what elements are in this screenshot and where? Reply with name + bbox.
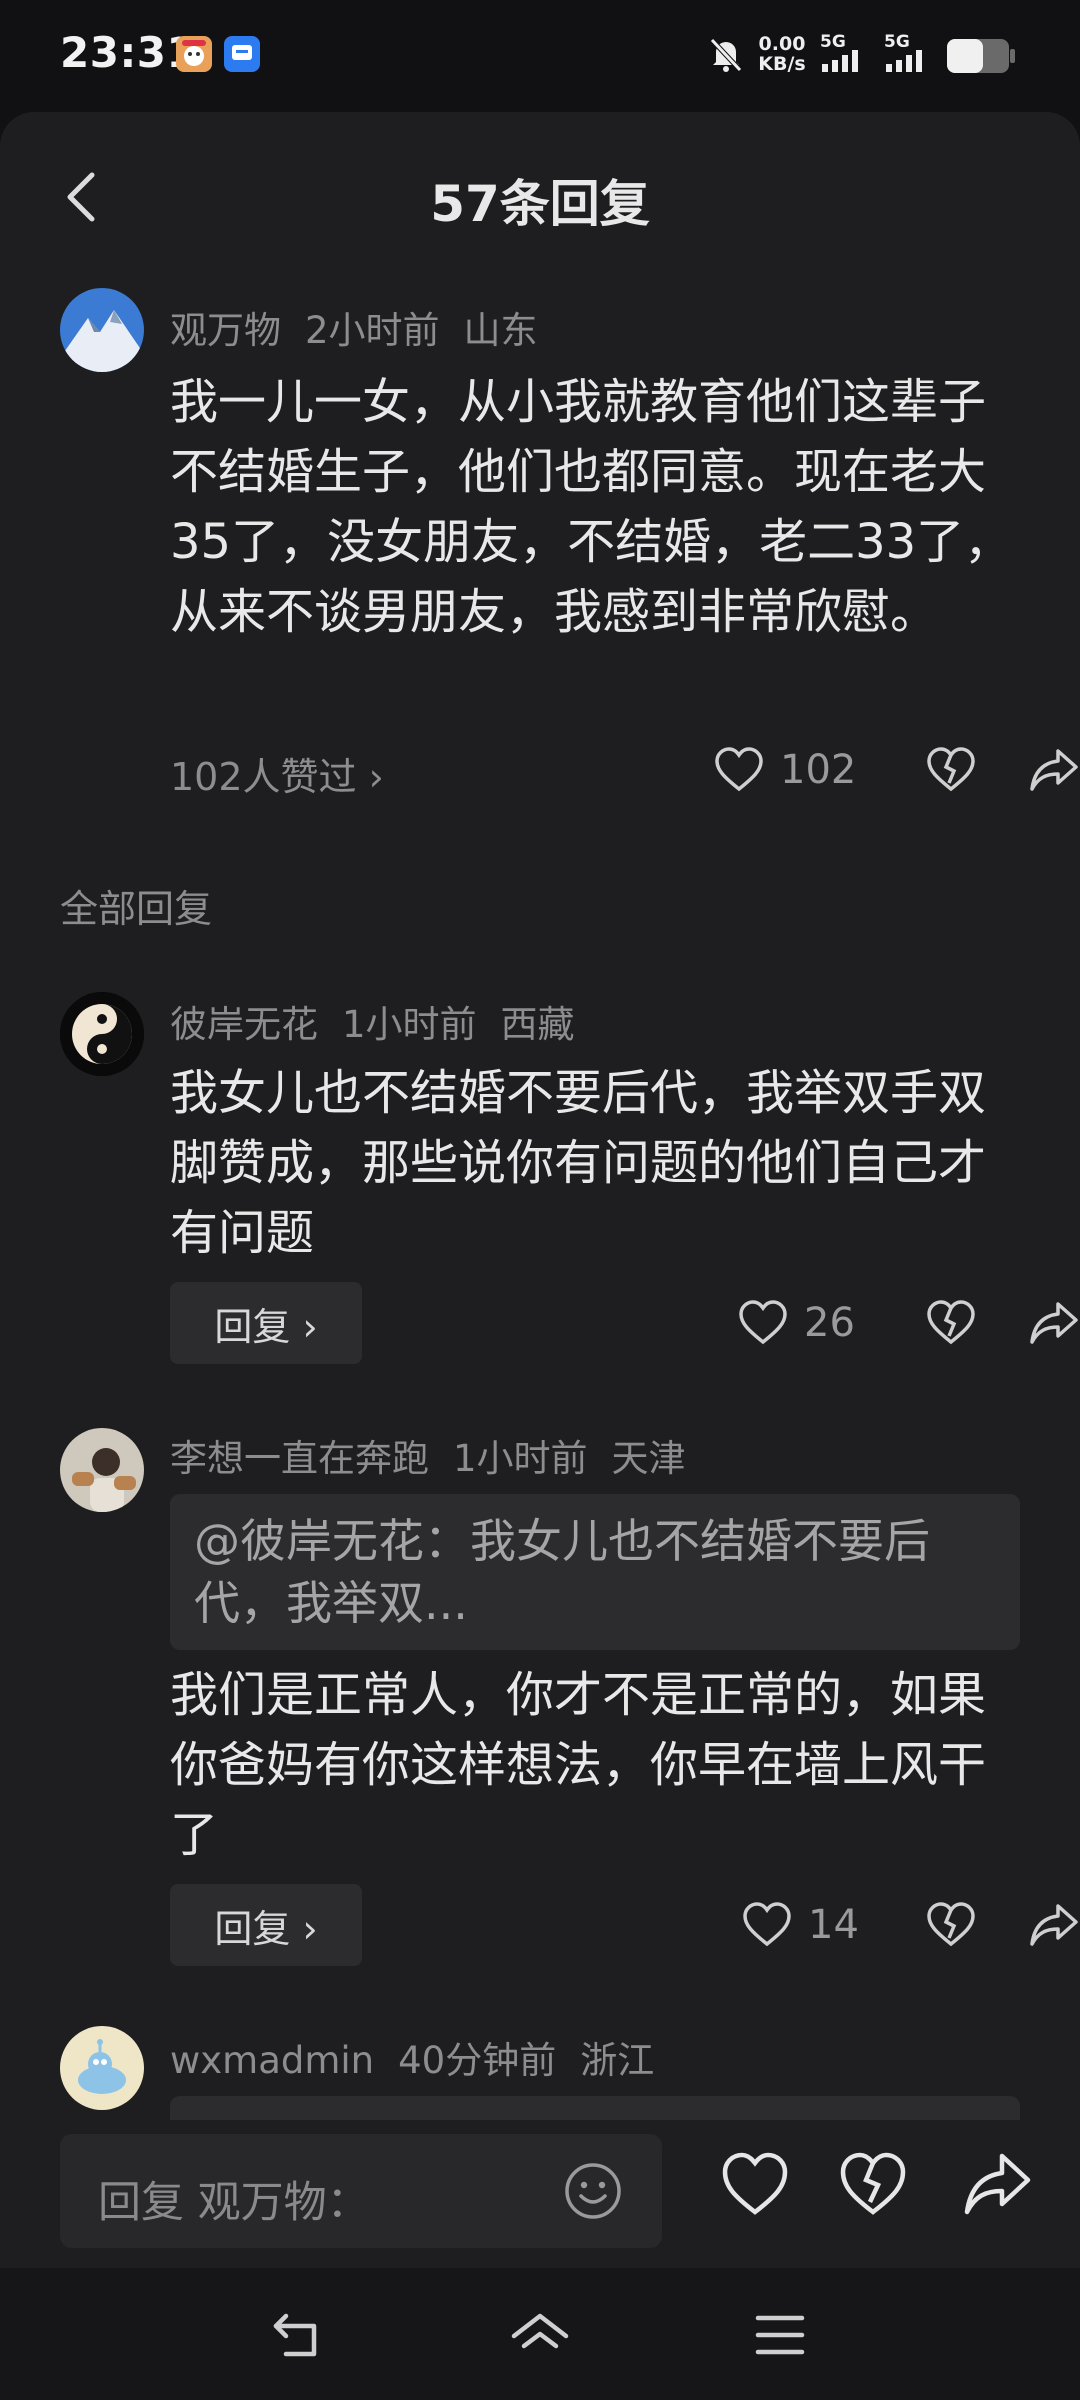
comment-location: 浙江 xyxy=(580,2039,655,2082)
comment-meta: 观万物 2小时前 山东 xyxy=(170,300,562,354)
status-indicators: 0.00 KB/s 5G 5G xyxy=(708,30,1028,80)
comment-actions: 26 xyxy=(580,1288,1080,1358)
like-button[interactable]: 26 xyxy=(738,1288,855,1358)
author-name[interactable]: 李想一直在奔跑 xyxy=(170,1437,429,1480)
broken-heart-icon xyxy=(927,1300,975,1345)
like-count: 102 xyxy=(780,747,857,793)
sim2-signal: 5G xyxy=(884,32,922,72)
emoji-button[interactable] xyxy=(562,2160,624,2222)
sim1-label: 5G xyxy=(820,32,846,52)
author-name[interactable]: 观万物 xyxy=(170,309,281,352)
broken-heart-icon xyxy=(840,2152,906,2215)
share-icon xyxy=(964,2153,1031,2215)
nav-menu-button[interactable] xyxy=(750,2310,810,2360)
comment-text: 我一儿一女，从小我就教育他们这辈子不结婚生子，他们也都同意。现在老大35了，没女… xyxy=(170,374,1013,640)
heart-icon xyxy=(743,1902,791,1947)
avatar[interactable] xyxy=(60,992,144,1076)
reply-button[interactable]: 回复 › xyxy=(170,1282,362,1364)
reply-button[interactable]: 回复 › xyxy=(170,1884,362,1966)
nav-home-button[interactable] xyxy=(510,2310,570,2360)
comment-location: 山东 xyxy=(463,309,538,352)
status-bar: 23:31 0.00 KB/s 5G 5G xyxy=(0,0,1080,112)
author-name[interactable]: wxmadmin xyxy=(170,2039,374,2082)
net-speed-value: 0.00 xyxy=(758,33,806,55)
like-button[interactable]: 14 xyxy=(742,1890,859,1960)
comment-time: 1小时前 xyxy=(453,1437,588,1480)
battery-icon xyxy=(946,38,1016,78)
dislike-button[interactable] xyxy=(926,1890,976,1960)
dislike-button[interactable] xyxy=(926,1288,976,1358)
like-count: 26 xyxy=(804,1300,855,1346)
share-icon xyxy=(1030,1302,1078,1344)
replies-sheet: 57条回复 观万物 2小时前 山东 我一儿一女，从小我就教育他们这辈子不结婚生子，他… xyxy=(0,112,1080,2268)
sim2-label: 5G xyxy=(884,32,910,52)
share-button[interactable] xyxy=(1028,1890,1080,1960)
share-button[interactable] xyxy=(1028,1288,1080,1358)
system-nav-bar xyxy=(0,2268,1080,2400)
like-count: 14 xyxy=(808,1902,859,1948)
dislike-post-button[interactable] xyxy=(838,2150,908,2220)
like-button[interactable]: 102 xyxy=(714,735,856,805)
comment-time: 1小时前 xyxy=(342,1003,477,1046)
heart-icon xyxy=(722,2152,788,2215)
heart-icon xyxy=(715,747,763,792)
avatar[interactable] xyxy=(60,2026,144,2110)
nav-back-button[interactable] xyxy=(270,2310,330,2360)
share-post-button[interactable] xyxy=(962,2150,1032,2220)
comment-meta: 彼岸无花 1小时前 西藏 xyxy=(170,994,599,1048)
comment-time: 2小时前 xyxy=(305,309,440,352)
chat-app-icon xyxy=(224,36,260,72)
page-title: 57条回复 xyxy=(430,175,650,233)
mute-icon xyxy=(708,36,744,78)
net-speed-unit: KB/s xyxy=(758,53,806,75)
nav-back-icon xyxy=(273,2313,317,2357)
share-icon xyxy=(1030,1904,1078,1946)
reply-input-placeholder: 回复 观万物： xyxy=(98,2178,370,2228)
nav-menu-icon xyxy=(755,2315,805,2355)
comment-meta: wxmadmin 40分钟前 浙江 xyxy=(170,2030,678,2084)
quoted-reply[interactable]: @彼岸无花：我女儿也不结婚不要后代，我举双... xyxy=(170,1494,1020,1650)
heart-icon xyxy=(739,1300,787,1345)
dislike-button[interactable] xyxy=(926,735,976,805)
share-button[interactable] xyxy=(1028,735,1080,805)
likes-link[interactable]: 102人赞过 › xyxy=(170,746,384,801)
nav-home-icon xyxy=(511,2313,569,2349)
header: 57条回复 xyxy=(0,112,1080,282)
share-icon xyxy=(1030,749,1078,791)
avatar[interactable] xyxy=(60,1428,144,1512)
comment-location: 西藏 xyxy=(500,1003,575,1046)
net-speed: 0.00 KB/s xyxy=(756,34,808,74)
bottom-input-bar: 回复 观万物： xyxy=(0,2120,1080,2268)
app-notification-icon xyxy=(176,36,212,72)
comment-time: 40分钟前 xyxy=(398,2039,557,2082)
comment-actions: 102 xyxy=(580,735,1080,805)
like-post-button[interactable] xyxy=(720,2150,790,2220)
comment-text: 我们是正常人，你才不是正常的，如果你爸妈有你这样想法，你早在墙上风干了 xyxy=(170,1667,987,1863)
comment-actions: 14 xyxy=(580,1890,1080,1960)
broken-heart-icon xyxy=(927,1902,975,1947)
avatar[interactable] xyxy=(60,288,144,372)
comment-text: 我女儿也不结婚不要后代，我举双手双脚赞成，那些说你有问题的他们自己才有问题 xyxy=(170,1065,987,1261)
comment-meta: 李想一直在奔跑 1小时前 天津 xyxy=(170,1428,710,1482)
sim1-signal: 5G xyxy=(820,32,858,72)
author-name[interactable]: 彼岸无花 xyxy=(170,1003,318,1046)
broken-heart-icon xyxy=(927,747,975,792)
section-label: 全部回复 xyxy=(60,887,213,931)
reply-input[interactable]: 回复 观万物： xyxy=(60,2134,662,2248)
comment-location: 天津 xyxy=(611,1437,686,1480)
emoji-icon xyxy=(565,2163,621,2219)
